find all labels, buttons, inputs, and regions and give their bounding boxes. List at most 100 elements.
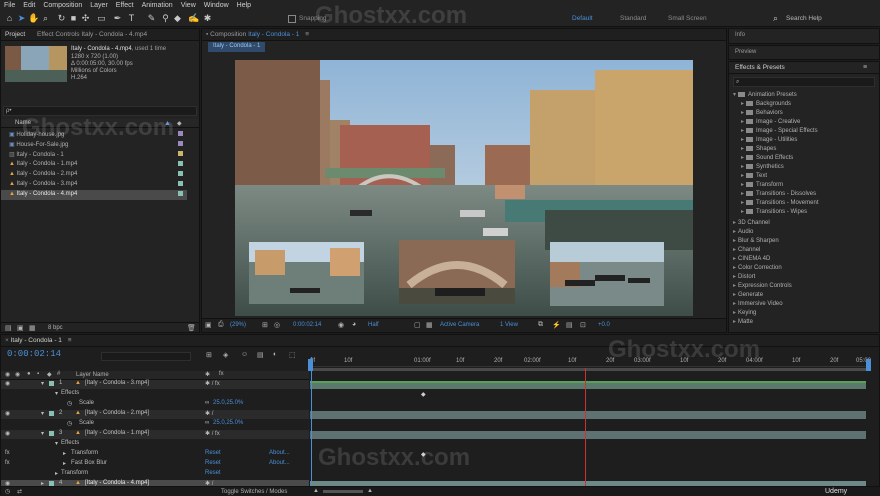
- effect-category[interactable]: ▸ Audio: [733, 228, 753, 235]
- playhead[interactable]: [585, 368, 586, 494]
- expand-arrow-icon[interactable]: ▾: [41, 430, 44, 437]
- table-row[interactable]: ◉ ▾ 1 ▲ [Italy - Condola - 3.mp4] ✱ / fx: [1, 380, 309, 389]
- list-item[interactable]: ▲ Italy - Condola - 3.mp4: [9, 181, 77, 187]
- stopwatch-icon[interactable]: ◷: [67, 420, 72, 427]
- effects-presets-title[interactable]: Effects & Presets: [729, 62, 879, 74]
- new-composition-icon[interactable]: ▦: [29, 324, 36, 332]
- tab-composition-label[interactable]: Composition: [210, 31, 246, 38]
- list-item[interactable]: ▣ House-For-Sale.jpg: [9, 141, 68, 148]
- effect-category[interactable]: ▸ CINEMA 4D: [733, 255, 770, 262]
- interpret-footage-icon[interactable]: ▤: [5, 324, 12, 332]
- snapshot-icon[interactable]: ⎙: [218, 321, 224, 329]
- mask-visibility-icon[interactable]: ◎: [274, 321, 280, 329]
- preset-item[interactable]: ▸ Transitions - Movement: [741, 199, 818, 206]
- menu-window[interactable]: Window: [204, 2, 229, 9]
- timeline-icon[interactable]: ▤: [566, 321, 573, 329]
- layer-name[interactable]: [Italy - Condola - 2.mp4]: [85, 410, 149, 416]
- label-swatch[interactable]: [49, 381, 54, 386]
- label-swatch[interactable]: [178, 141, 183, 146]
- pan-behind-tool-icon[interactable]: ✣: [80, 13, 91, 24]
- effect-category[interactable]: ▸ Channel: [733, 246, 760, 253]
- toggle-pixel-aspect-icon[interactable]: ⧉: [538, 321, 543, 329]
- in-out-icon[interactable]: ⇄: [17, 488, 22, 495]
- preset-item[interactable]: ▸ Synthetics: [741, 163, 784, 170]
- effect-name[interactable]: Transform: [71, 450, 98, 456]
- keyframe-icon[interactable]: ◆: [421, 391, 426, 398]
- view-layout-dropdown[interactable]: 1 View: [500, 322, 518, 328]
- graph-editor-icon[interactable]: ⬚: [289, 351, 296, 359]
- comp-mini-flowchart-icon[interactable]: ⊞: [206, 351, 212, 359]
- delete-icon[interactable]: 🗑: [187, 324, 196, 332]
- home-icon[interactable]: ⌂: [4, 13, 15, 24]
- label-swatch[interactable]: [178, 151, 183, 156]
- effect-category[interactable]: ▸ Immersive Video: [733, 300, 783, 307]
- expand-arrow-icon[interactable]: ▾: [55, 390, 58, 397]
- work-area-bar[interactable]: [310, 368, 868, 371]
- list-item[interactable]: ▲ Italy - Condola - 2.mp4: [9, 171, 77, 177]
- zoom-out-icon[interactable]: ▲: [313, 488, 319, 494]
- color-channel-icon[interactable]: ◕: [352, 321, 356, 328]
- list-item[interactable]: ▲ Italy - Condola - 1.mp4: [9, 161, 77, 167]
- expand-arrow-icon[interactable]: ▾: [55, 440, 58, 447]
- preset-item[interactable]: ▸ Image - Utilities: [741, 136, 797, 143]
- camera-snapshot-icon[interactable]: ◉: [338, 321, 344, 329]
- draft-3d-icon[interactable]: ◈: [223, 351, 228, 359]
- effect-category[interactable]: ▸ Color Correction: [733, 264, 782, 271]
- search-help-input[interactable]: Search Help: [786, 15, 822, 22]
- rectangle-tool-icon[interactable]: ▭: [96, 13, 107, 24]
- property-group-name[interactable]: Transform: [61, 470, 88, 476]
- grid-toggle-icon[interactable]: ⊞: [262, 321, 268, 329]
- reset-link[interactable]: Reset: [205, 450, 221, 456]
- tab-effect-controls[interactable]: Effect Controls Italy - Condola - 4.mp4: [37, 31, 147, 38]
- region-of-interest-icon[interactable]: ▢: [414, 321, 421, 329]
- preset-item[interactable]: ▸ Backgrounds: [741, 100, 791, 107]
- tab-composition-name[interactable]: Italy - Condola - 1: [248, 31, 299, 38]
- time-indicator[interactable]: [311, 357, 312, 494]
- preset-item[interactable]: ▸ Transitions - Dissolves: [741, 190, 816, 197]
- preset-item[interactable]: ▸ Behaviors: [741, 109, 783, 116]
- video-column-icon[interactable]: ◉: [5, 371, 10, 378]
- zoom-tool-icon[interactable]: ⌕: [40, 13, 51, 24]
- fast-previews-icon[interactable]: ⚡: [552, 321, 561, 329]
- effect-category[interactable]: ▸ Expression Controls: [733, 282, 792, 289]
- layer-name[interactable]: [Italy - Condola - 3.mp4]: [85, 380, 149, 386]
- about-link[interactable]: About...: [269, 450, 290, 456]
- clone-stamp-tool-icon[interactable]: ⚲: [160, 13, 171, 24]
- preset-item[interactable]: ▸ Transform: [741, 181, 783, 188]
- camera-tool-icon[interactable]: ■: [68, 13, 79, 24]
- timeline-search-input[interactable]: [101, 352, 191, 361]
- menu-animation[interactable]: Animation: [142, 2, 173, 9]
- flowchart-icon[interactable]: ⊡: [580, 321, 586, 329]
- hand-tool-icon[interactable]: ✋: [28, 13, 39, 24]
- workspace-small-screen[interactable]: Small Screen: [668, 15, 707, 22]
- menu-composition[interactable]: Composition: [43, 2, 82, 9]
- tab-menu-icon[interactable]: ≡: [305, 31, 309, 38]
- selection-tool-icon[interactable]: ➤: [16, 13, 27, 24]
- table-row[interactable]: fx ▸ Transform Reset About...: [1, 450, 309, 459]
- preset-item[interactable]: ▸ Image - Creative: [741, 118, 800, 125]
- label-swatch[interactable]: [49, 411, 54, 416]
- audio-column-icon[interactable]: ◉: [15, 371, 20, 378]
- expand-arrow-icon[interactable]: ▸: [63, 460, 66, 467]
- eraser-tool-icon[interactable]: ◆: [172, 13, 183, 24]
- preview-title[interactable]: Preview: [735, 49, 756, 55]
- always-preview-icon[interactable]: ▣: [205, 321, 212, 329]
- switches-icon[interactable]: ✱: [205, 371, 210, 378]
- property-group-name[interactable]: Effects: [61, 440, 79, 446]
- link-icon[interactable]: ∞: [205, 400, 209, 406]
- label-swatch[interactable]: [178, 191, 183, 196]
- resolution-dropdown[interactable]: Half: [368, 322, 379, 328]
- table-row[interactable]: ◷ Scale ∞ 25.0,25.0%: [1, 400, 309, 409]
- new-folder-icon[interactable]: ▣: [17, 324, 24, 332]
- transparency-grid-icon[interactable]: ▦: [426, 321, 433, 329]
- render-time-icon[interactable]: ◷: [5, 488, 10, 495]
- fx-toggle-icon[interactable]: fx: [5, 450, 10, 456]
- bpc-label[interactable]: 8 bpc: [48, 325, 63, 331]
- tab-timeline[interactable]: Italy - Condola - 1: [11, 337, 62, 344]
- list-item[interactable]: ▥ Italy - Condola - 1: [9, 151, 64, 158]
- brush-tool-icon[interactable]: ✎: [146, 13, 157, 24]
- composition-sub-tab[interactable]: Italy - Condola - 1: [208, 42, 266, 52]
- table-row[interactable]: ◉ ▾ 2 ▲ [Italy - Condola - 2.mp4] ✱ /: [1, 410, 309, 419]
- menu-help[interactable]: Help: [237, 2, 251, 9]
- timeline-timecode[interactable]: 0:00:02:14: [7, 349, 61, 359]
